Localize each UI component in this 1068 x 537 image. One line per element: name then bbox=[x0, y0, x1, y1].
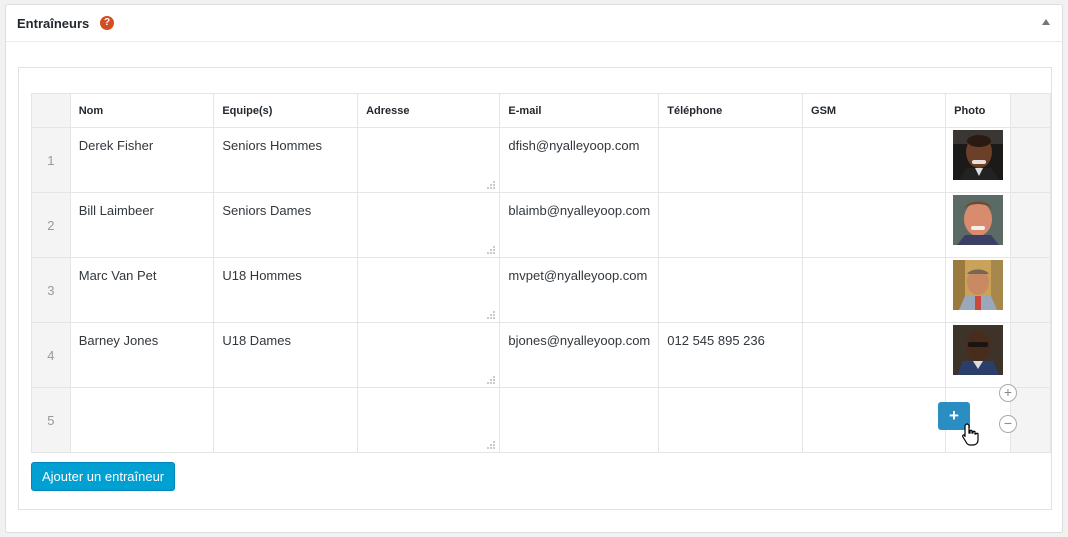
avatar[interactable] bbox=[953, 260, 1009, 310]
row-number-header bbox=[31, 93, 71, 128]
avatar[interactable] bbox=[953, 195, 1009, 245]
resize-handle-icon[interactable] bbox=[487, 376, 496, 384]
add-coach-button[interactable]: Ajouter un entraîneur bbox=[31, 462, 176, 491]
cell-nom[interactable]: Derek Fisher bbox=[69, 127, 215, 193]
cell-email[interactable]: blaimb@nyalleyoop.com bbox=[499, 192, 660, 258]
actions-header bbox=[1010, 93, 1051, 128]
nom-value: Marc Van Pet bbox=[78, 268, 157, 283]
cell-photo[interactable] bbox=[945, 127, 1012, 193]
cell-adresse[interactable] bbox=[357, 192, 501, 258]
table-row: 1 Derek Fisher Seniors Hommes dfish@nyalley… bbox=[31, 127, 1051, 193]
cell-telephone[interactable] bbox=[658, 387, 804, 453]
row-actions bbox=[1010, 192, 1051, 258]
cell-adresse[interactable] bbox=[357, 127, 501, 193]
cell-telephone[interactable] bbox=[658, 192, 804, 258]
email-value: blaimb@nyalleyoop.com bbox=[508, 203, 651, 218]
remove-row-button[interactable]: − bbox=[999, 415, 1017, 433]
nom-value: Derek Fisher bbox=[78, 138, 154, 153]
plus-icon: + bbox=[949, 406, 959, 425]
cell-email[interactable]: dfish@nyalleyoop.com bbox=[499, 127, 660, 193]
equipe-value: U18 Dames bbox=[222, 333, 291, 348]
cell-nom[interactable] bbox=[69, 387, 215, 453]
row-number[interactable]: 4 bbox=[31, 322, 71, 388]
row-number[interactable]: 3 bbox=[31, 257, 71, 323]
row-actions bbox=[1010, 127, 1051, 193]
cell-email[interactable]: bjones@nyalleyoop.com bbox=[499, 322, 660, 388]
resize-handle-icon[interactable] bbox=[487, 441, 496, 449]
table-header-row: Nom Equipe(s) Adresse E-mail Téléphone G… bbox=[31, 93, 1051, 128]
cell-nom[interactable]: Marc Van Pet bbox=[69, 257, 215, 323]
collapse-arrow-icon[interactable] bbox=[1042, 19, 1050, 25]
avatar[interactable] bbox=[953, 325, 1009, 375]
row-actions bbox=[1010, 322, 1051, 388]
email-value: bjones@nyalleyoop.com bbox=[508, 333, 651, 348]
cell-photo[interactable] bbox=[945, 322, 1012, 388]
cell-gsm[interactable] bbox=[802, 387, 947, 453]
row-number[interactable]: 5 bbox=[31, 387, 71, 453]
pointer-cursor-icon bbox=[962, 423, 979, 446]
cell-telephone[interactable]: 012 545 895 236 bbox=[658, 322, 804, 388]
cell-photo[interactable] bbox=[945, 257, 1012, 323]
email-value: dfish@nyalleyoop.com bbox=[508, 138, 640, 153]
equipe-value: Seniors Hommes bbox=[222, 138, 323, 153]
nom-value: Bill Laimbeer bbox=[78, 203, 154, 218]
cell-equipe[interactable]: Seniors Dames bbox=[213, 192, 359, 258]
cell-email[interactable]: mvpet@nyalleyoop.com bbox=[499, 257, 660, 323]
cell-adresse[interactable] bbox=[357, 322, 501, 388]
cell-telephone[interactable] bbox=[658, 127, 804, 193]
row-actions bbox=[1010, 387, 1051, 453]
coaches-panel: Entraîneurs ? Nom Equipe(s) Adresse E-ma… bbox=[5, 4, 1063, 533]
table-row: 4 Barney Jones U18 Dames bjones@nyalleyoop.… bbox=[31, 322, 1051, 388]
column-header-telephone: Téléphone bbox=[658, 93, 804, 128]
row-number[interactable]: 2 bbox=[31, 192, 71, 258]
cell-photo[interactable] bbox=[945, 192, 1012, 258]
nom-value: Barney Jones bbox=[78, 333, 159, 348]
equipe-value: Seniors Dames bbox=[222, 203, 312, 218]
cell-equipe[interactable]: Seniors Hommes bbox=[213, 127, 359, 193]
cell-adresse[interactable] bbox=[357, 257, 501, 323]
cell-adresse[interactable] bbox=[357, 387, 501, 453]
coaches-table: Nom Equipe(s) Adresse E-mail Téléphone G… bbox=[31, 93, 1051, 453]
cell-nom[interactable]: Bill Laimbeer bbox=[69, 192, 215, 258]
cell-gsm[interactable] bbox=[802, 127, 947, 193]
column-header-photo: Photo bbox=[945, 93, 1012, 128]
cell-email[interactable] bbox=[499, 387, 660, 453]
repeater-container: Nom Equipe(s) Adresse E-mail Téléphone G… bbox=[18, 67, 1052, 510]
avatar[interactable] bbox=[953, 130, 1009, 180]
help-icon[interactable]: ? bbox=[100, 16, 114, 30]
cell-equipe[interactable]: U18 Hommes bbox=[213, 257, 359, 323]
panel-header[interactable]: Entraîneurs ? bbox=[6, 5, 1062, 42]
row-number[interactable]: 1 bbox=[31, 127, 71, 193]
cell-gsm[interactable] bbox=[802, 192, 947, 258]
email-value: mvpet@nyalleyoop.com bbox=[508, 268, 648, 283]
cell-nom[interactable]: Barney Jones bbox=[69, 322, 215, 388]
cell-equipe[interactable] bbox=[213, 387, 359, 453]
column-header-email: E-mail bbox=[499, 93, 660, 128]
cell-telephone[interactable] bbox=[658, 257, 804, 323]
row-actions bbox=[1010, 257, 1051, 323]
cell-equipe[interactable]: U18 Dames bbox=[213, 322, 359, 388]
table-row: 3 Marc Van Pet U18 Hommes mvpet@nyalleyoop.… bbox=[31, 257, 1051, 323]
add-row-button[interactable]: + bbox=[999, 384, 1017, 402]
telephone-value: 012 545 895 236 bbox=[667, 333, 765, 348]
column-header-adresse: Adresse bbox=[357, 93, 501, 128]
panel-title: Entraîneurs bbox=[17, 16, 90, 31]
resize-handle-icon[interactable] bbox=[487, 181, 496, 189]
equipe-value: U18 Hommes bbox=[222, 268, 302, 283]
table-row: 2 Bill Laimbeer Seniors Dames blaimb@nyalle… bbox=[31, 192, 1051, 258]
cell-gsm[interactable] bbox=[802, 322, 947, 388]
resize-handle-icon[interactable] bbox=[487, 311, 496, 319]
column-header-nom: Nom bbox=[69, 93, 215, 128]
table-row: 5 bbox=[31, 387, 1051, 453]
column-header-equipes: Equipe(s) bbox=[213, 93, 359, 128]
resize-handle-icon[interactable] bbox=[487, 246, 496, 254]
column-header-gsm: GSM bbox=[802, 93, 947, 128]
cell-gsm[interactable] bbox=[802, 257, 947, 323]
